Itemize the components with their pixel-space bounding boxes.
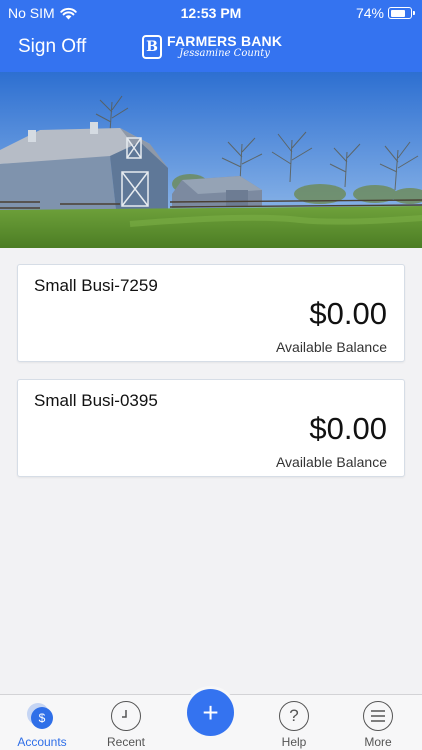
app-header: No SIM 12:53 PM 74% Sign Off B FARMERS B… — [0, 0, 422, 72]
battery-level — [390, 9, 405, 17]
battery-percent: 74% — [355, 5, 384, 21]
battery-icon — [388, 7, 415, 19]
bank-name: FARMERS BANK — [167, 33, 283, 49]
tab-help[interactable]: ? Help — [252, 695, 336, 750]
account-card[interactable]: Small Busi-7259 $0.00 Available Balance — [17, 264, 405, 362]
tab-recent[interactable]: Recent — [84, 695, 168, 750]
account-card[interactable]: Small Busi-0395 $0.00 Available Balance — [17, 379, 405, 477]
account-name: Small Busi-7259 — [34, 276, 158, 295]
tab-label: Accounts — [17, 735, 67, 749]
tab-more[interactable]: More — [336, 695, 420, 750]
question-icon: ? — [279, 701, 309, 731]
tab-accounts[interactable]: $ Accounts — [0, 695, 84, 750]
hero-banner-image — [0, 72, 422, 248]
bank-logo: B FARMERS BANK Jessamine County — [142, 34, 282, 59]
account-balance: $0.00 — [309, 411, 387, 446]
clock-icon — [111, 701, 141, 731]
bank-logo-mark: B — [142, 34, 162, 59]
status-bar: No SIM 12:53 PM 74% — [0, 0, 422, 24]
tab-label: Recent — [106, 735, 146, 749]
sign-off-button[interactable]: Sign Off — [18, 36, 86, 58]
account-name: Small Busi-0395 — [34, 391, 158, 410]
add-button[interactable]: + — [187, 689, 234, 736]
tab-label: Help — [281, 735, 307, 749]
nav-bar: Sign Off B FARMERS BANK Jessamine County — [0, 28, 422, 68]
menu-icon — [363, 701, 393, 731]
battery-status: 74% — [355, 5, 415, 21]
dollar-icon: $ — [31, 707, 53, 729]
bank-subtitle: Jessamine County — [179, 48, 270, 59]
balance-label: Available Balance — [275, 339, 387, 355]
tab-label: More — [364, 735, 392, 749]
balance-label: Available Balance — [275, 454, 387, 470]
bank-logo-text: FARMERS BANK Jessamine County — [167, 34, 282, 59]
account-balance: $0.00 — [309, 296, 387, 331]
